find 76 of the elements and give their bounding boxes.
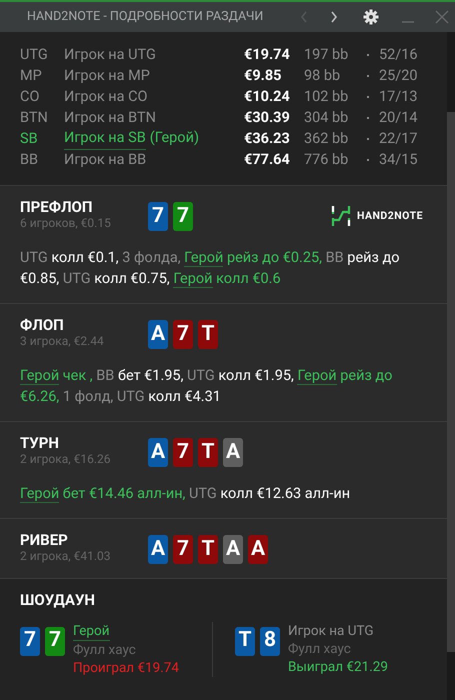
street-title: РИВЕР	[20, 531, 69, 549]
player-stats: 52/16	[379, 44, 418, 65]
playing-card: 7	[148, 202, 168, 231]
stack-amount: €36.23	[244, 128, 291, 149]
seat-position: CO	[20, 86, 40, 107]
playing-card: T	[198, 320, 218, 349]
playing-card: T	[235, 626, 255, 656]
stack-bb: 304 bb	[304, 108, 350, 128]
stack-bb: 776 bb	[304, 150, 350, 170]
window-title: HAND2NOTE - ПОДРОБНОСТИ РАЗДАЧИ	[27, 8, 264, 26]
stack-amount: €19.74	[244, 44, 291, 65]
street-info: 2 игрока, €16.26	[20, 452, 112, 467]
stack-amount: €10.24	[244, 86, 291, 107]
logo-icon	[330, 204, 351, 228]
stack-amount: €9.85	[244, 66, 282, 86]
logo-text: HAND2NOTE	[356, 208, 423, 224]
seat-position: MP	[20, 66, 43, 86]
seat-position: SB	[20, 128, 39, 149]
player-name[interactable]: Игрок на CO	[64, 86, 148, 108]
stack-amount: €30.39	[244, 108, 291, 128]
street-info: 6 игроков, €0.15	[20, 216, 112, 231]
playing-card: 8	[260, 626, 280, 656]
player-name[interactable]: Игрок на SB	[64, 127, 146, 150]
street-info: 2 игрока, €41.03	[20, 549, 112, 564]
showdown-player-name[interactable]: Герой	[73, 622, 110, 640]
stack-bb: 362 bb	[304, 128, 350, 149]
playing-card: 7	[173, 535, 193, 564]
player-stats: 22/17	[379, 128, 418, 149]
seat-position: BTN	[20, 108, 49, 128]
street-actions: Герой бет €14.46 алл-ин, UTG колл €12.63 алл-ин	[20, 484, 352, 504]
playing-card: T	[198, 438, 218, 467]
settings-icon[interactable]	[363, 9, 379, 25]
showdown-title: ШОУДАУН	[20, 590, 96, 611]
player-stats: 17/13	[379, 86, 418, 107]
result-amount: Выиграл €21.29	[288, 658, 388, 676]
street-title: ПРЕФЛОП	[20, 198, 94, 216]
playing-card: A	[148, 320, 168, 349]
hand-rank: Фулл хаус	[73, 640, 137, 658]
street-title: ФЛОП	[20, 316, 65, 334]
stack-amount: €77.64	[244, 150, 291, 170]
playing-card: A	[223, 535, 243, 564]
player-name[interactable]: Игрок на BB	[64, 148, 146, 170]
back-icon[interactable]	[299, 10, 309, 24]
scrollbar[interactable]	[447, 32, 455, 700]
stack-bb: 98 bb	[304, 66, 342, 86]
playing-card: 7	[173, 320, 193, 349]
player-name[interactable]: Игрок на MP	[64, 64, 150, 86]
forward-icon[interactable]	[329, 10, 339, 24]
street-info: 3 игрока, €2.44	[20, 334, 105, 349]
showdown-player-name[interactable]: Игрок на UTG	[288, 622, 374, 640]
player-name[interactable]: Игрок на BTN	[64, 106, 156, 128]
player-stats: 20/14	[379, 108, 418, 128]
street-actions: Герой чек , BB бет €1.95, UTG колл €1.95, Герой рейз до €6.26, 1 фолд, UTG колл €4.31	[20, 366, 394, 407]
playing-card: 7	[173, 202, 193, 231]
seat-position: UTG	[20, 44, 49, 65]
playing-card: A	[223, 438, 243, 467]
playing-card: 7	[173, 438, 193, 467]
seat-position: BB	[20, 150, 40, 170]
playing-card: T	[198, 535, 218, 564]
hand-rank: Фулл хаус	[288, 640, 352, 658]
stack-bb: 102 bb	[304, 86, 350, 107]
playing-card: 7	[20, 626, 40, 656]
stack-bb: 197 bb	[304, 44, 350, 65]
result-amount: Проиграл €19.74	[73, 658, 179, 676]
scrollbar-thumb[interactable]	[447, 112, 455, 652]
street-actions: UTG колл €0.1, 3 фолда, Герой рейз до €0.25, BB рейз до €0.85, UTG колл €0.75, Герой колл €0.6	[20, 248, 400, 289]
playing-card: 7	[45, 626, 65, 656]
close-icon[interactable]	[435, 10, 449, 24]
hero-tag: (Герой)	[150, 127, 199, 150]
street-title: ТУРН	[20, 434, 60, 452]
player-name[interactable]: Игрок на UTG	[64, 44, 156, 66]
playing-card: A	[148, 438, 168, 467]
player-stats: 34/15	[379, 150, 418, 170]
player-stats: 25/20	[379, 66, 418, 86]
playing-card: A	[148, 535, 168, 564]
playing-card: A	[248, 535, 268, 564]
